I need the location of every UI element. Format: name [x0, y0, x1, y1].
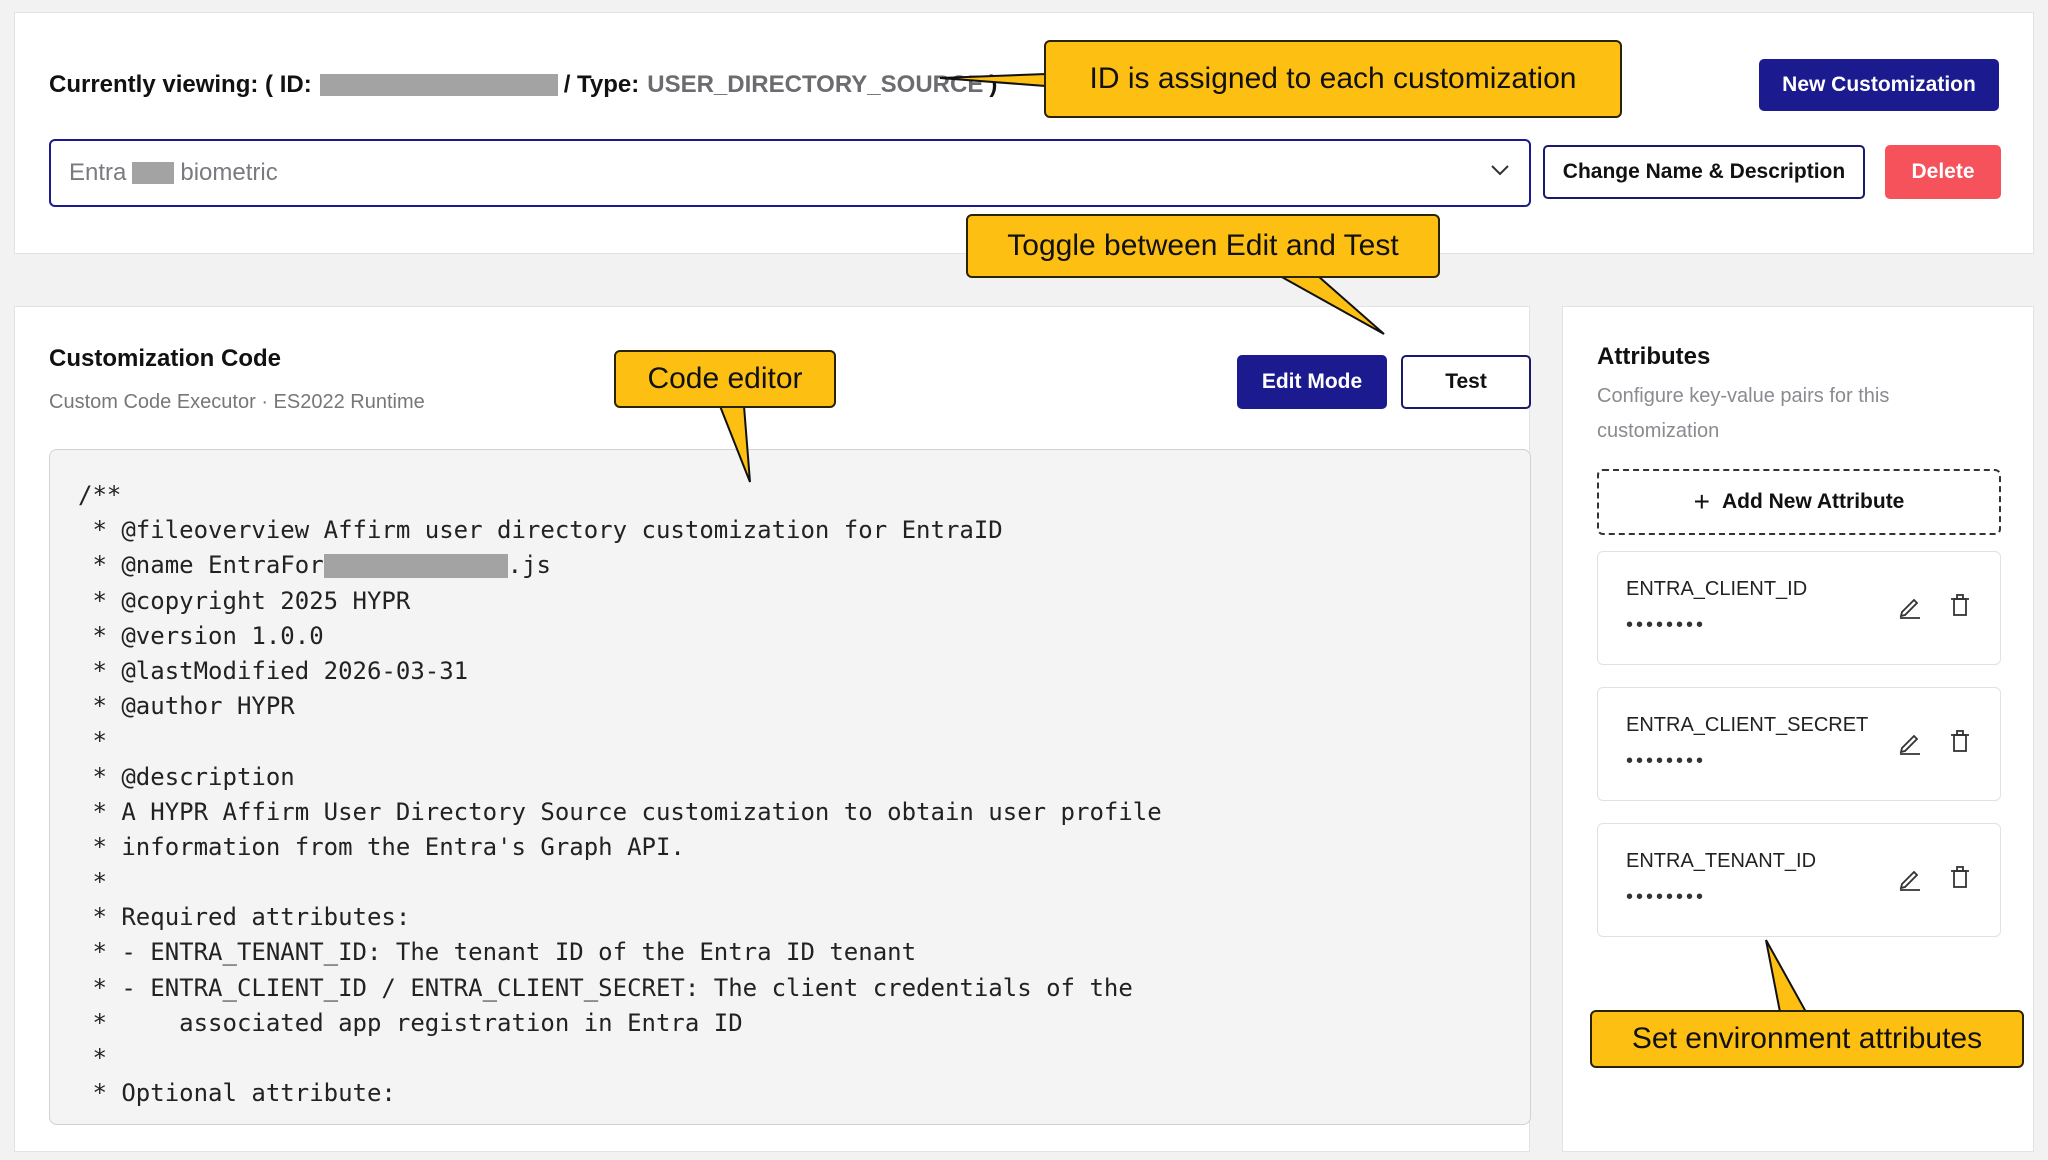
callout-pointers — [718, 72, 1808, 1013]
env-callout-pointer — [1765, 939, 1808, 1013]
code-editor-callout: Code editor — [614, 350, 836, 408]
id-callout: ID is assigned to each customization — [1044, 40, 1622, 118]
id-callout-pointer — [939, 72, 1047, 88]
toggle-callout-pointer — [1276, 275, 1385, 335]
env-attributes-callout: Set environment attributes — [1590, 1010, 2024, 1068]
toggle-callout: Toggle between Edit and Test — [966, 214, 1440, 278]
code-callout-pointer — [718, 405, 751, 483]
